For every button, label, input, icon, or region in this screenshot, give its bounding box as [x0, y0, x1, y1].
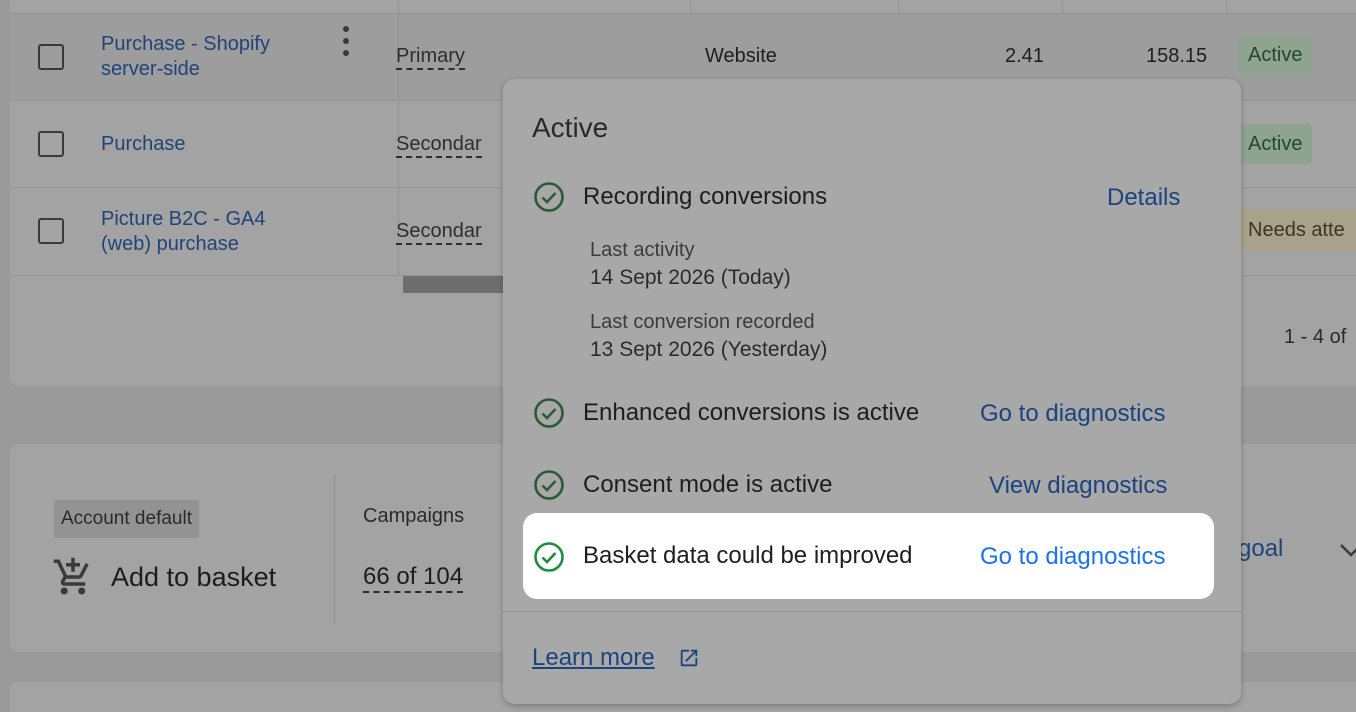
external-link-icon[interactable]: [678, 647, 700, 669]
source-cell: Website: [705, 45, 777, 67]
check-circle-icon: [534, 398, 564, 428]
more-options-icon[interactable]: [343, 26, 349, 58]
learn-more-link[interactable]: Learn more: [532, 644, 655, 672]
recording-conversions-label: Recording conversions: [583, 183, 828, 210]
check-circle-icon: [534, 470, 564, 500]
horizontal-scrollbar[interactable]: [403, 276, 513, 293]
conversion-name-link[interactable]: Purchase - Shopify server-side: [101, 32, 270, 82]
goal-title: Add to basket: [111, 562, 277, 592]
chevron-down-icon[interactable]: [1336, 535, 1356, 565]
status-badge[interactable]: Active: [1238, 35, 1313, 75]
view-diagnostics-link[interactable]: View diagnostics: [989, 472, 1167, 500]
add-to-cart-icon: [53, 557, 89, 595]
column-divider: [690, 0, 691, 14]
popup-divider: [503, 611, 1241, 612]
last-activity-label: Last activity: [590, 239, 695, 261]
check-circle-icon: [534, 542, 564, 572]
campaigns-value[interactable]: 66 of 104: [363, 563, 464, 593]
optimisation-type[interactable]: Secondar: [396, 219, 482, 245]
edit-goal-link[interactable]: goal: [1238, 535, 1283, 563]
popup-title: Active: [532, 112, 609, 143]
basket-data-label: Basket data could be improved: [583, 542, 913, 569]
status-badge[interactable]: Active: [1238, 124, 1313, 164]
last-conversion-value: 13 Sept 2026 (Yesterday): [590, 338, 828, 361]
details-link[interactable]: Details: [1107, 184, 1180, 212]
column-divider: [1226, 0, 1227, 14]
consent-mode-label: Consent mode is active: [583, 471, 833, 498]
pagination-label: 1 - 4 of: [1284, 326, 1347, 348]
conversion-name-line: Picture B2C - GA4: [101, 208, 266, 230]
optimisation-type[interactable]: Secondar: [396, 132, 482, 158]
last-conversion-label: Last conversion recorded: [590, 311, 815, 333]
value-cell: 158.15: [1146, 45, 1208, 67]
conversion-name-line: (web) purchase: [101, 233, 239, 255]
column-divider: [334, 474, 335, 624]
optimisation-type[interactable]: Primary: [396, 44, 465, 70]
row-checkbox[interactable]: [38, 131, 64, 157]
conversion-name-link[interactable]: Purchase: [101, 132, 186, 157]
last-activity-value: 14 Sept 2026 (Today): [590, 266, 791, 289]
conversion-name-link[interactable]: Picture B2C - GA4 (web) purchase: [101, 207, 266, 257]
column-divider: [1062, 0, 1063, 14]
enhanced-conversions-label: Enhanced conversions is active: [583, 399, 920, 426]
go-to-diagnostics-link[interactable]: Go to diagnostics: [980, 543, 1165, 571]
account-default-badge: Account default: [54, 500, 199, 538]
status-badge[interactable]: Needs atte: [1238, 210, 1356, 250]
column-divider: [898, 0, 899, 14]
campaigns-label: Campaigns: [363, 505, 465, 527]
row-checkbox[interactable]: [38, 218, 64, 244]
conversion-name-line: Purchase - Shopify: [101, 33, 270, 55]
check-circle-icon: [534, 182, 564, 212]
go-to-diagnostics-link[interactable]: Go to diagnostics: [980, 400, 1165, 428]
row-checkbox[interactable]: [38, 44, 64, 70]
conversion-name-line: server-side: [101, 58, 200, 80]
value-cell: 2.41: [1005, 45, 1044, 67]
